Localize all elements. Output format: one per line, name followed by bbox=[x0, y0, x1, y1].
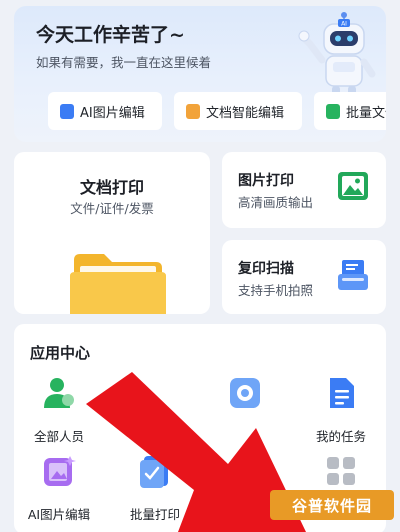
watermark-logo: 谷普软件园 bbox=[270, 490, 394, 520]
people-icon bbox=[44, 378, 74, 408]
print-image-title: 图片打印 bbox=[238, 173, 294, 189]
copy-scan-title: 复印扫描 bbox=[238, 261, 294, 277]
quick-action-ai-image-edit[interactable]: AI图片编辑 bbox=[48, 92, 162, 130]
quick-action-doc-ai-edit[interactable]: 文档智能编辑 bbox=[174, 92, 302, 130]
scanner-icon bbox=[338, 260, 368, 290]
image-edit-icon bbox=[60, 103, 74, 119]
greeting-title: 今天工作辛苦了~ bbox=[36, 24, 185, 46]
robot-mascot-icon: AI bbox=[298, 12, 376, 96]
ai-image-icon bbox=[44, 456, 76, 486]
app-label: AI图片编辑 bbox=[27, 507, 91, 522]
copy-scan-subtitle: 支持手机拍照 bbox=[238, 283, 314, 298]
task-icon bbox=[330, 378, 354, 408]
app-label: 批量打印 bbox=[129, 507, 180, 522]
app-label: 我的任务 bbox=[315, 429, 366, 444]
app-center-title: 应用中心 bbox=[30, 344, 91, 362]
app-more[interactable] bbox=[296, 454, 386, 492]
app-my-tasks[interactable]: 我的任务 bbox=[296, 376, 386, 445]
print-document-card[interactable]: 文档打印 文件/证件/发票 bbox=[14, 152, 210, 314]
print-document-title: 文档打印 bbox=[79, 178, 144, 197]
robot-badge: AI bbox=[341, 21, 347, 28]
folder-icon bbox=[70, 254, 166, 314]
watermark-text: 谷普软件园 bbox=[291, 496, 372, 515]
greeting-card: 今天工作辛苦了~ 如果有需要，我一直在这里候着 AI AI图片编辑 文档智能编辑… bbox=[14, 6, 386, 142]
greeting-subtitle: 如果有需要，我一直在这里候着 bbox=[36, 55, 212, 70]
batch-print-icon bbox=[140, 456, 168, 488]
app-all-members[interactable]: 全部人员 bbox=[14, 376, 104, 445]
quick-action-label: 文档智能编辑 bbox=[206, 105, 285, 121]
image-icon bbox=[338, 172, 368, 200]
print-image-subtitle: 高清画质输出 bbox=[238, 195, 314, 210]
doc-ai-icon bbox=[186, 103, 200, 119]
gear-icon bbox=[230, 378, 260, 408]
app-ai-image-edit[interactable]: AI图片编辑 bbox=[14, 454, 104, 523]
print-document-subtitle: 文件/证件/发票 bbox=[70, 201, 154, 216]
print-image-card[interactable]: 图片打印 高清画质输出 bbox=[222, 152, 386, 228]
app-hidden-1[interactable] bbox=[200, 376, 290, 414]
quick-action-label: 批量文件 bbox=[346, 105, 386, 121]
quick-action-label: AI图片编辑 bbox=[80, 105, 145, 121]
edit-print-icon bbox=[232, 458, 258, 484]
copy-scan-card[interactable]: 复印扫描 支持手机拍照 bbox=[222, 240, 386, 314]
batch-file-icon bbox=[326, 103, 340, 119]
grid-more-icon bbox=[327, 457, 355, 485]
quick-action-batch-file[interactable]: 批量文件 bbox=[314, 92, 386, 130]
app-label: 全部人员 bbox=[33, 429, 84, 444]
app-batch-print[interactable]: 批量打印 bbox=[110, 454, 200, 523]
